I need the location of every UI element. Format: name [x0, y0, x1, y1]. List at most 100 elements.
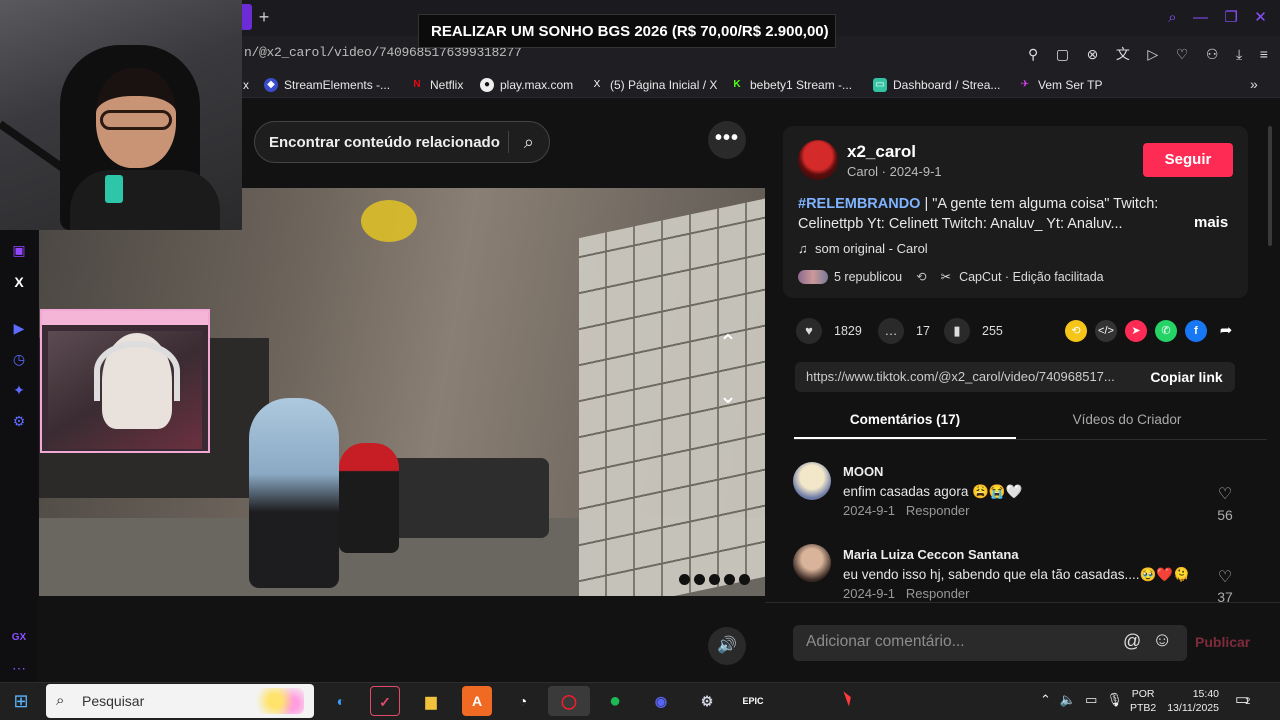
save-stat[interactable]: ▮ 255 [944, 318, 1003, 344]
author-name[interactable]: x2_carol [847, 142, 916, 162]
emoji-icon[interactable]: ☺ [1152, 629, 1172, 652]
steam-icon[interactable]: ⚙ [692, 686, 722, 716]
comment-stat[interactable]: … 17 [878, 318, 930, 344]
gx-icon[interactable]: GX [9, 628, 29, 648]
new-tab-button[interactable]: + [254, 6, 274, 28]
pin-icon[interactable]: ⚲ [1028, 42, 1038, 66]
bookmark-max[interactable]: ● play.max.com [480, 77, 573, 93]
related-search-bar[interactable]: Encontrar conteúdo relacionado ⌕ [254, 121, 550, 163]
sound-link[interactable]: ♫ som original - Carol [798, 241, 928, 256]
microphone-icon[interactable]: 🎙 [1106, 692, 1123, 708]
discord-icon[interactable]: ◉ [646, 686, 676, 716]
settings-icon[interactable]: ⚙ [9, 411, 29, 431]
repost-avatars [798, 269, 828, 284]
capcut-link[interactable]: CapCut · Edição facilitada [959, 270, 1104, 284]
more-icon[interactable]: ⋯ [9, 658, 29, 678]
translate-icon[interactable]: 文 [1116, 42, 1130, 66]
taskbar-search[interactable]: ⌕ Pesquisar [46, 684, 314, 718]
edge-icon[interactable]: ◐ [326, 686, 356, 716]
facebook-icon[interactable]: f [1185, 320, 1207, 342]
taskbar-search-label: Pesquisar [82, 693, 145, 709]
windows-start-icon[interactable]: ⊞ [10, 690, 32, 712]
restore-icon[interactable]: ❐ [1224, 6, 1237, 30]
bookmark-tp[interactable]: ✈ Vem Ser TP [1018, 77, 1103, 93]
search-icon[interactable]: ⌕ [1168, 6, 1176, 30]
related-search-label: Encontrar conteúdo relacionado [269, 133, 500, 151]
bookmark-x-home[interactable]: X (5) Página Inicial / X [590, 77, 718, 93]
bookmarks-overflow-icon[interactable]: » [1250, 76, 1258, 92]
notification-icon[interactable]: ▭2 [1235, 690, 1250, 708]
extensions-icon[interactable]: ✦ [9, 380, 29, 400]
epic-games-icon[interactable]: EPIC [738, 686, 768, 716]
volume-button[interactable]: 🔊 [708, 627, 746, 665]
bookmark-icon[interactable]: ▮ [944, 318, 970, 344]
volume-icon[interactable]: 🔈 [1060, 692, 1076, 708]
minimize-icon[interactable]: — [1193, 6, 1208, 30]
player-icon[interactable]: ▶ [9, 318, 29, 338]
commenter-name[interactable]: Maria Luiza Ceccon Santana [843, 547, 1019, 562]
commenter-avatar[interactable] [793, 462, 831, 500]
tray-chevron-icon[interactable]: ⌃ [1040, 692, 1051, 708]
comment-date: 2024-9-1 [843, 503, 896, 518]
search-icon[interactable]: ⌕ [509, 132, 549, 153]
heart-icon[interactable]: ♡ [1176, 42, 1189, 66]
opera-gx-icon[interactable]: ◯ [548, 686, 590, 716]
comment-like-icon[interactable]: ♡ [1214, 567, 1236, 587]
repost-count[interactable]: 5 republicou [834, 270, 902, 284]
heart-icon[interactable]: ♥ [796, 318, 822, 344]
tab-creator-videos[interactable]: Vídeos do Criador [1016, 412, 1238, 427]
reply-button[interactable]: Responder [906, 503, 970, 518]
embed-icon[interactable]: </> [1095, 320, 1117, 342]
hashtag-link[interactable]: #RELEMBRANDO [798, 196, 920, 212]
twitch-icon[interactable]: ▣ [9, 240, 29, 260]
spotify-icon[interactable]: ● [600, 686, 630, 716]
x-icon[interactable]: X [9, 272, 29, 292]
download-icon[interactable]: ⤓ [1236, 42, 1242, 66]
adblock-icon[interactable]: ⊗ [1087, 42, 1099, 66]
comment-like-icon[interactable]: ♡ [1214, 484, 1236, 504]
video-link-text[interactable]: https://www.tiktok.com/@x2_carol/video/7… [806, 369, 1132, 384]
reply-button[interactable]: Responder [906, 586, 970, 601]
commenter-name[interactable]: MOON [843, 464, 883, 479]
copy-link-button[interactable]: Copiar link [1138, 362, 1235, 392]
clock[interactable]: 15:40 13/11/2025 [1163, 687, 1219, 715]
app-a-icon[interactable]: A [462, 686, 492, 716]
file-explorer-icon[interactable]: ▆ [416, 686, 446, 716]
like-stat[interactable]: ♥ 1829 [796, 318, 862, 344]
whatsapp-icon[interactable]: ✆ [1155, 320, 1177, 342]
close-icon[interactable]: ✕ [1254, 6, 1267, 30]
tab-comments[interactable]: Comentários (17) [794, 412, 1016, 427]
bookmark-kick[interactable]: Kbebety1 Stream -... [730, 77, 852, 93]
menu-icon[interactable]: ≡ [1260, 42, 1268, 66]
repost-share-icon[interactable]: ⟲ [1065, 320, 1087, 342]
history-icon[interactable]: ◷ [9, 349, 29, 369]
app-icon[interactable]: ◔ [508, 686, 538, 716]
screenshot-icon[interactable]: ▢ [1056, 42, 1069, 66]
more-options-button[interactable]: ••• [708, 121, 746, 159]
bookmark-netflix[interactable]: N Netflix [410, 77, 463, 93]
more-description-button[interactable]: mais [1194, 214, 1228, 231]
publish-button[interactable]: Publicar [1195, 634, 1250, 650]
bookmark-dashboard[interactable]: ▭ Dashboard / Strea... [873, 77, 1000, 93]
post-description: #RELEMBRANDO | "A gente tem alguma coisa… [798, 194, 1188, 234]
play-icon[interactable]: ▷ [1147, 42, 1158, 66]
profile-icon[interactable]: ⚇ [1206, 42, 1219, 66]
next-video-button[interactable]: ⌄ [711, 380, 745, 414]
mention-icon[interactable]: @ [1123, 631, 1141, 652]
tp-icon: ✈ [1020, 79, 1030, 90]
commenter-avatar[interactable] [793, 544, 831, 582]
author-avatar[interactable] [798, 140, 838, 180]
max-icon: ● [480, 78, 494, 92]
keyboard-language[interactable]: POR PTB2 [1130, 687, 1156, 715]
previous-video-button[interactable]: ⌃ [711, 327, 745, 361]
bookmark-x[interactable]: x [243, 77, 249, 93]
app-icon[interactable]: ✓ [370, 686, 400, 716]
send-icon[interactable]: ➤ [1125, 320, 1147, 342]
panel-scrollbar[interactable] [1268, 126, 1272, 246]
comment-icon[interactable]: … [878, 318, 904, 344]
person-body [70, 170, 220, 230]
network-icon[interactable]: ▭ [1085, 692, 1097, 708]
follow-button[interactable]: Seguir [1143, 143, 1233, 177]
bookmark-streamelements[interactable]: ◆ StreamElements -... [264, 77, 390, 93]
share-icon[interactable]: ➦ [1215, 320, 1237, 342]
